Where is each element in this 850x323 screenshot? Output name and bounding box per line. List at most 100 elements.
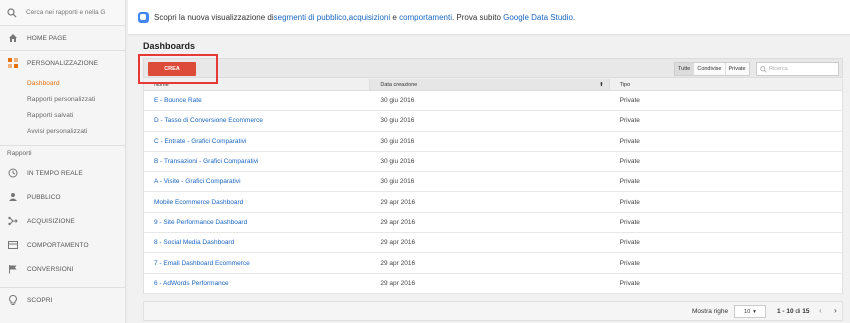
sidebar-item-label: PUBBLICO bbox=[27, 193, 61, 201]
sidebar-subitem-label: Avvisi personalizzati bbox=[27, 127, 88, 135]
sidebar-item-label: CONVERSIONI bbox=[27, 265, 74, 273]
table-row[interactable]: 6 - AdWords Performance 29 apr 2016 Privat… bbox=[144, 274, 842, 294]
column-header-date[interactable]: Data creazione ⬆ bbox=[370, 79, 610, 90]
data-studio-banner: Scopri la nuova visualizzazione di segme… bbox=[128, 0, 850, 35]
sidebar-item-label: COMPORTAMENTO bbox=[27, 241, 89, 249]
highlight-box bbox=[138, 54, 218, 84]
sidebar-subitem-saved-reports[interactable]: Rapporti salvati bbox=[0, 107, 125, 123]
clock-icon bbox=[7, 168, 18, 179]
rows-per-page-label: Mostra righe bbox=[692, 308, 729, 315]
sidebar-item-realtime[interactable]: IN TEMPO REALE bbox=[0, 161, 125, 185]
reports-section-label: Rapporti bbox=[0, 145, 125, 161]
dashboard-type: Private bbox=[619, 97, 640, 105]
flag-icon bbox=[7, 264, 18, 275]
sidebar-subitem-label: Rapporti personalizzati bbox=[27, 95, 96, 103]
filter-shared[interactable]: Condivise bbox=[694, 63, 726, 75]
search-placeholder: Ricerca bbox=[769, 66, 788, 72]
dashboard-name-link[interactable]: Mobile Ecommerce Dashboard bbox=[144, 192, 370, 211]
chevron-down-icon: ▾ bbox=[753, 308, 756, 315]
person-icon bbox=[7, 192, 18, 203]
dashboard-name-link[interactable]: D - Tasso di Conversione Ecommerce bbox=[144, 111, 370, 130]
dashboard-type: Private bbox=[619, 239, 640, 247]
dashboard-date: 29 apr 2016 bbox=[380, 239, 416, 247]
dashboard-name-link[interactable]: 9 - Site Performance Dashboard bbox=[144, 213, 370, 232]
prev-page-icon[interactable]: ‹ bbox=[819, 306, 822, 315]
banner-link-audience[interactable]: segmenti di pubblico bbox=[274, 13, 347, 22]
table-row[interactable]: E - Bounce Rate 30 giu 2016 Private bbox=[144, 91, 842, 112]
dashboard-name-link[interactable]: E - Bounce Rate bbox=[144, 91, 370, 110]
dashboard-name-link[interactable]: A - Visite - Grafici Comparativi bbox=[144, 172, 370, 191]
sidebar: Cerca nei rapporti e nella G HOME PAGE P… bbox=[0, 0, 126, 323]
filter-all[interactable]: Tutte bbox=[675, 63, 695, 75]
dashboard-name-link[interactable]: 8 - Social Media Dashboard bbox=[144, 233, 370, 252]
dashboard-type: Private bbox=[619, 117, 640, 125]
dashboard-type: Private bbox=[619, 218, 640, 226]
sidebar-item-acquisition[interactable]: ACQUISIZIONE bbox=[0, 209, 125, 233]
banner-text: Scopri la nuova visualizzazione di bbox=[154, 12, 274, 22]
dashboard-type: Private bbox=[619, 259, 640, 267]
sidebar-item-conversions[interactable]: CONVERSIONI bbox=[0, 257, 125, 281]
dashboard-date: 30 giu 2016 bbox=[380, 137, 415, 145]
sidebar-item-behavior[interactable]: COMPORTAMENTO bbox=[0, 233, 125, 257]
table-row[interactable]: 7 - Email Dashboard Ecommerce 29 apr 2016… bbox=[144, 253, 842, 274]
banner-link-acquisition[interactable]: acquisizioni bbox=[349, 13, 390, 22]
sidebar-item-customization[interactable]: PERSONALIZZAZIONE bbox=[0, 51, 125, 75]
sidebar-item-customization-label: PERSONALIZZAZIONE bbox=[27, 59, 99, 67]
sidebar-subitem-custom-reports[interactable]: Rapporti personalizzati bbox=[0, 91, 125, 107]
page-title: Dashboards bbox=[143, 41, 196, 51]
dashboard-name-link[interactable]: C - Entrate - Grafici Comparativi bbox=[144, 132, 370, 151]
banner-text: e bbox=[390, 12, 400, 22]
sidebar-item-label: ACQUISIZIONE bbox=[27, 217, 75, 225]
sidebar-item-home[interactable]: HOME PAGE bbox=[0, 26, 125, 50]
table-row[interactable]: 9 - Site Performance Dashboard 29 apr 201… bbox=[144, 213, 842, 234]
range-of: di bbox=[793, 308, 803, 315]
range-value: 1 - 10 bbox=[777, 308, 794, 315]
rows-per-page-select[interactable]: 10 ▾ bbox=[734, 305, 766, 318]
sidebar-subitem-dashboard[interactable]: Dashboard bbox=[0, 75, 125, 91]
sidebar-search[interactable]: Cerca nei rapporti e nella G bbox=[0, 0, 125, 26]
behavior-icon bbox=[7, 240, 18, 251]
pagination-range: 1 - 10 di 15 bbox=[777, 308, 810, 315]
dashboard-name-link[interactable]: 6 - AdWords Performance bbox=[144, 274, 370, 293]
table-row[interactable]: C - Entrate - Grafici Comparativi 30 giu … bbox=[144, 132, 842, 152]
dashboard-date: 30 giu 2016 bbox=[380, 158, 415, 166]
sidebar-item-label: IN TEMPO REALE bbox=[27, 169, 83, 177]
sidebar-item-discover[interactable]: SCOPRI bbox=[0, 288, 125, 312]
dashboard-date: 30 giu 2016 bbox=[380, 117, 415, 125]
dashboard-date: 30 giu 2016 bbox=[380, 97, 415, 105]
dashboard-date: 29 apr 2016 bbox=[380, 279, 416, 287]
sidebar-subitem-label: Dashboard bbox=[27, 79, 60, 87]
sidebar-subitem-custom-alerts[interactable]: Avvisi personalizzati bbox=[0, 123, 125, 139]
customization-icon bbox=[7, 58, 18, 69]
dashboard-type: Private bbox=[619, 178, 640, 186]
table-row[interactable]: B - Transazioni - Grafici Comparativi 30 … bbox=[144, 152, 842, 173]
dashboard-date: 29 apr 2016 bbox=[380, 259, 416, 267]
dashboard-name-link[interactable]: 7 - Email Dashboard Ecommerce bbox=[144, 253, 370, 272]
dashboard-name-link[interactable]: B - Transazioni - Grafici Comparativi bbox=[144, 152, 370, 171]
sidebar-search-placeholder: Cerca nei rapporti e nella G bbox=[26, 9, 106, 16]
sidebar-subitem-label: Rapporti salvati bbox=[27, 111, 74, 119]
table-row[interactable]: D - Tasso di Conversione Ecommerce 30 giu… bbox=[144, 111, 842, 132]
table-pagination: Mostra righe 10 ▾ 1 - 10 di 15 ‹ › bbox=[143, 301, 843, 321]
dashboard-date: 29 apr 2016 bbox=[380, 198, 416, 206]
table-row[interactable]: 8 - Social Media Dashboard 29 apr 2016 Pri… bbox=[144, 233, 842, 254]
table-row[interactable]: Mobile Ecommerce Dashboard 29 apr 2016 Pri… bbox=[144, 192, 842, 213]
visibility-filter: Tutte Condivise Private bbox=[674, 62, 750, 76]
search-icon bbox=[760, 65, 767, 73]
dashboard-type: Private bbox=[619, 198, 640, 206]
main-content: Dashboards CREA Tutte Condivise Private … bbox=[128, 36, 850, 323]
dashboard-search-input[interactable]: Ricerca bbox=[756, 62, 839, 76]
lightbulb-icon bbox=[7, 295, 18, 306]
sort-arrow-icon: ⬆ bbox=[599, 81, 604, 88]
table-header: Nome Data creazione ⬆ Tipo bbox=[144, 79, 842, 91]
sidebar-item-audience[interactable]: PUBBLICO bbox=[0, 185, 125, 209]
banner-link-behavior[interactable]: comportamenti bbox=[399, 13, 452, 22]
filter-private[interactable]: Private bbox=[726, 63, 749, 75]
banner-link-data-studio[interactable]: Google Data Studio bbox=[503, 13, 573, 22]
next-page-icon[interactable]: › bbox=[834, 306, 837, 315]
table-row[interactable]: A - Visite - Grafici Comparativi 30 giu 2… bbox=[144, 172, 842, 193]
dashboard-date: 30 giu 2016 bbox=[380, 178, 415, 186]
sidebar-item-label: SCOPRI bbox=[27, 296, 53, 304]
data-studio-logo-icon bbox=[138, 11, 149, 23]
column-header-type[interactable]: Tipo bbox=[610, 79, 842, 90]
